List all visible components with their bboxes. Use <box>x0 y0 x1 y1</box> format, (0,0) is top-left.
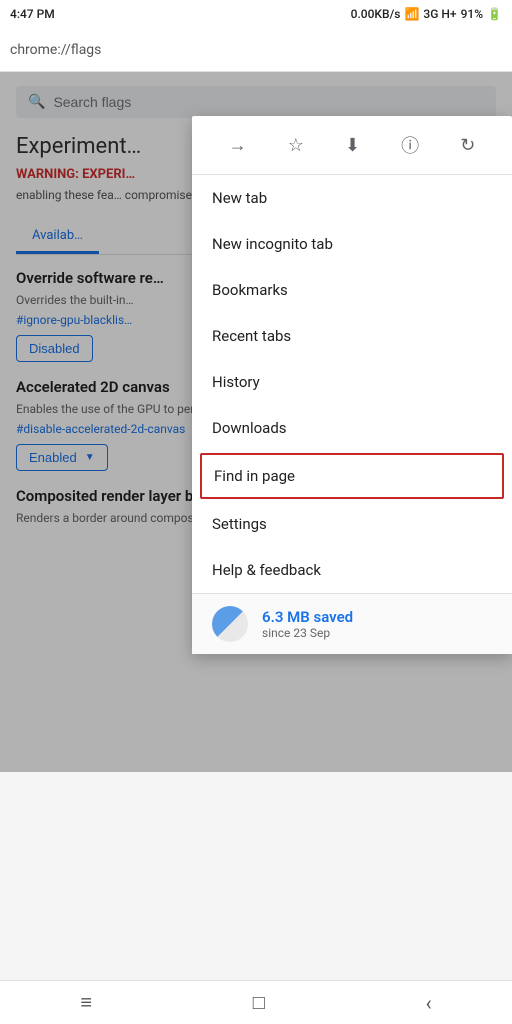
data-saver-icon <box>212 606 248 642</box>
time: 4:47 PM <box>10 7 55 21</box>
menu-item-history[interactable]: History <box>192 359 512 405</box>
data-saved-text: 6.3 MB saved since 23 Sep <box>262 608 353 640</box>
dropdown-menu: → ☆ ⬇ ⓘ ↻ New tab New incognito tab Book… <box>192 116 512 654</box>
menu-toolbar: → ☆ ⬇ ⓘ ↻ <box>192 116 512 175</box>
menu-item-find-in-page[interactable]: Find in page <box>200 453 504 499</box>
data-saved-date: since 23 Sep <box>262 626 353 640</box>
menu-item-recent-tabs[interactable]: Recent tabs <box>192 313 512 359</box>
status-right: 0.00KB/s 📶 3G H+ 91% 🔋 <box>351 7 502 21</box>
info-icon[interactable]: ⓘ <box>393 128 427 162</box>
home-icon[interactable]: □ <box>253 990 265 1015</box>
find-in-page-container: Find in page <box>192 451 512 501</box>
menu-item-incognito[interactable]: New incognito tab <box>192 221 512 267</box>
hamburger-icon[interactable]: ≡ <box>80 990 92 1015</box>
forward-icon[interactable]: → <box>221 131 255 160</box>
data-speed: 0.00KB/s <box>351 7 401 21</box>
menu-item-bookmarks[interactable]: Bookmarks <box>192 267 512 313</box>
address-bar: chrome://flags <box>0 28 512 72</box>
menu-item-settings[interactable]: Settings <box>192 501 512 547</box>
battery-icon: 🔋 <box>487 7 502 21</box>
data-saved-amount: 6.3 MB saved <box>262 608 353 626</box>
status-bar: 4:47 PM 0.00KB/s 📶 3G H+ 91% 🔋 <box>0 0 512 28</box>
refresh-icon[interactable]: ↻ <box>452 131 483 160</box>
status-left: 4:47 PM <box>10 7 55 21</box>
main-content: 🔍 Experiment… WARNING: EXPERI… enabling … <box>0 72 512 772</box>
data-saved-row[interactable]: 6.3 MB saved since 23 Sep <box>192 594 512 654</box>
menu-item-help[interactable]: Help & feedback <box>192 547 512 593</box>
download-icon[interactable]: ⬇ <box>337 131 368 160</box>
menu-item-new-tab[interactable]: New tab <box>192 175 512 221</box>
star-icon[interactable]: ☆ <box>280 131 312 160</box>
menu-item-downloads[interactable]: Downloads <box>192 405 512 451</box>
battery-label: 91% <box>461 7 483 21</box>
url-display[interactable]: chrome://flags <box>10 42 502 58</box>
signal-icon: 📶 <box>404 7 419 21</box>
bottom-nav: ≡ □ ‹ <box>0 980 512 1024</box>
signal-label: 3G H+ <box>423 7 456 21</box>
back-icon[interactable]: ‹ <box>426 991 432 1015</box>
